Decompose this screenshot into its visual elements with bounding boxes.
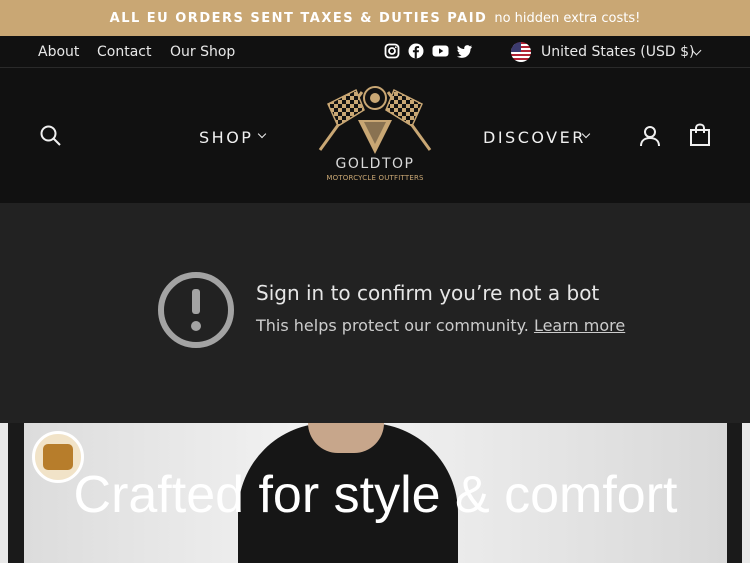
nav-discover[interactable]: DISCOVER [483, 128, 586, 147]
search-icon[interactable] [39, 124, 63, 148]
captcha-subtitle-text: This helps protect our community. [256, 316, 529, 335]
cart-icon[interactable] [688, 123, 712, 147]
logo-subtitle: MOTORCYCLE OUTFITTERS [326, 174, 424, 182]
alert-icon-dot [191, 321, 201, 331]
about-link[interactable]: About [38, 44, 79, 60]
twitter-icon[interactable] [457, 43, 473, 59]
learn-more-link[interactable]: Learn more [534, 316, 625, 335]
alert-icon-bar [192, 289, 200, 314]
hero-banner: Crafted for style & comfort [24, 423, 727, 563]
announcement-rest: no hidden extra costs! [494, 10, 641, 26]
captcha-subtitle: This helps protect our community. Learn … [256, 316, 625, 335]
hero-title: Crafted for style & comfort [73, 466, 678, 524]
nav-shop[interactable]: SHOP [199, 128, 253, 147]
utility-nav: About Contact Our Shop United States (US… [0, 36, 750, 68]
captcha-panel [0, 203, 750, 423]
our-shop-link[interactable]: Our Shop [170, 44, 235, 60]
contact-link[interactable]: Contact [97, 44, 151, 60]
us-flag-icon[interactable] [511, 42, 531, 62]
captcha-title: Sign in to confirm you’re not a bot [256, 281, 600, 305]
announcement-bold: ALL EU ORDERS SENT TAXES & DUTIES PAID [109, 10, 488, 26]
account-icon[interactable] [638, 124, 662, 148]
goldtop-logo[interactable] [314, 84, 436, 156]
instagram-icon[interactable] [384, 43, 400, 59]
carousel-next-slide [742, 423, 750, 563]
youtube-icon[interactable] [432, 43, 449, 59]
facebook-icon[interactable] [408, 43, 424, 59]
carousel-prev-slide [0, 423, 8, 563]
currency-selector[interactable]: United States (USD $) [541, 44, 694, 60]
logo-name: GOLDTOP [335, 156, 415, 172]
announcement-bar: ALL EU ORDERS SENT TAXES & DUTIES PAID n… [0, 0, 750, 36]
